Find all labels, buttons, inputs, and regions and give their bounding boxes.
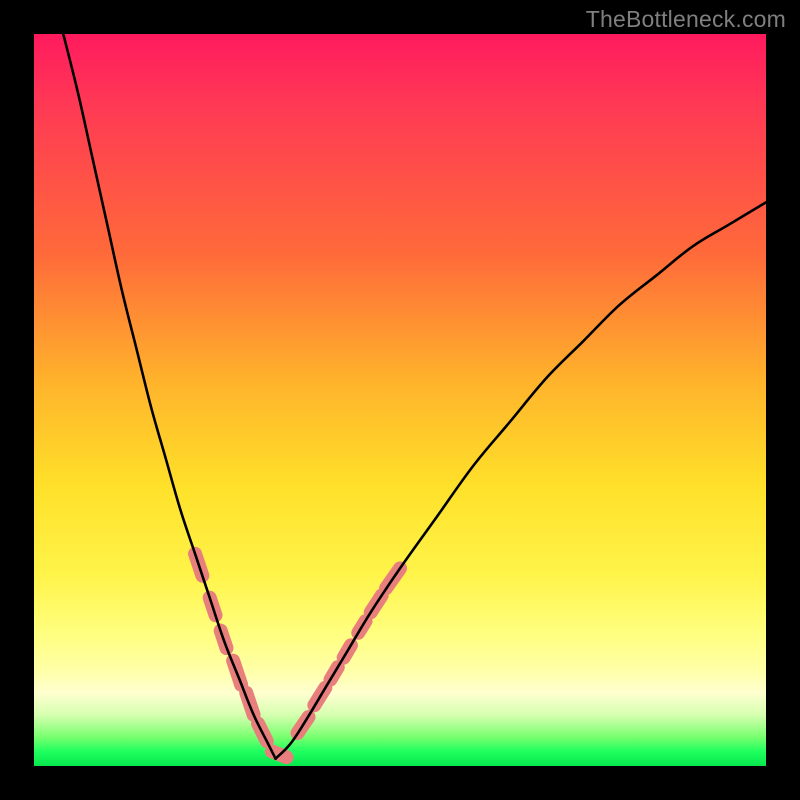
watermark-text: TheBottleneck.com xyxy=(586,6,786,33)
right-curve xyxy=(276,202,766,758)
plot-area xyxy=(34,34,766,766)
left-curve xyxy=(63,34,275,759)
dash-layer xyxy=(195,554,400,757)
curve-layer xyxy=(63,34,766,759)
chart-frame: TheBottleneck.com xyxy=(0,0,800,800)
chart-svg xyxy=(34,34,766,766)
